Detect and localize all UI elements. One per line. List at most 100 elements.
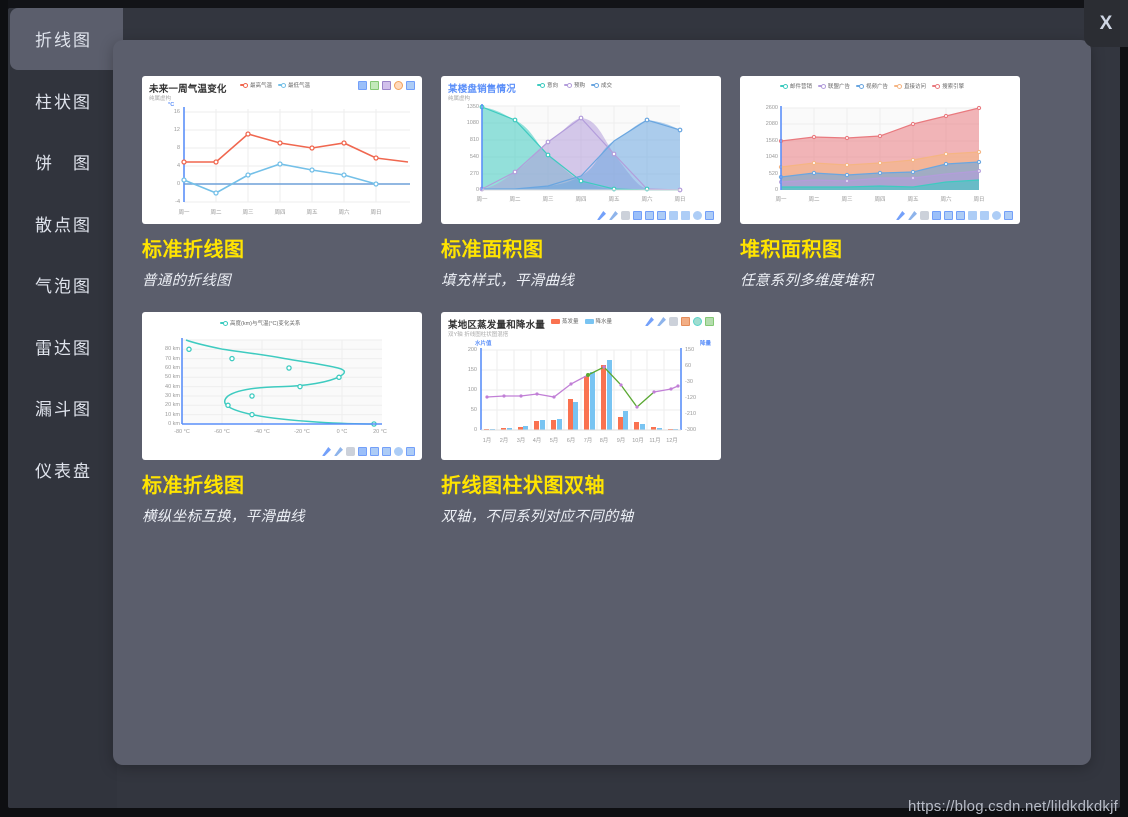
chart-thumbnail-stacked-area[interactable]: 邮件营销 联盟广告 视频广告 直接访问 搜索引擎 2600 2080 1560 … bbox=[740, 76, 1020, 224]
chart-toolbox[interactable] bbox=[896, 211, 1013, 220]
y-tick-right: 60 bbox=[685, 363, 692, 369]
x-tick: 20 °C bbox=[373, 429, 387, 435]
mark-point-icon[interactable] bbox=[908, 211, 917, 220]
sidebar-item-label: 饼 图 bbox=[35, 154, 92, 174]
y-tick-right: -30 bbox=[685, 379, 693, 385]
x-tick: 周日 bbox=[973, 197, 985, 203]
sidebar-item-radar-chart[interactable]: 雷达图 bbox=[10, 316, 117, 378]
chart-card[interactable]: 高度(km)与气温(°C)变化关系 80 km 70 km 60 km 50 k… bbox=[142, 312, 422, 526]
chart-thumbnail-standard-area[interactable]: 某楼盘销售情况 纯属虚构 意向 预购 成交 1350 1080 810 540 … bbox=[441, 76, 721, 224]
stack-icon[interactable] bbox=[669, 211, 678, 220]
data-view-icon[interactable] bbox=[932, 211, 941, 220]
y-tick-left: 50 bbox=[470, 407, 477, 413]
y-tick: 520 bbox=[768, 171, 778, 177]
y-tick: 16 bbox=[173, 109, 180, 115]
x-tick: 2月 bbox=[499, 438, 509, 444]
y-tick: 0 bbox=[774, 187, 778, 193]
x-tick: -80 °C bbox=[174, 429, 190, 435]
mark-line-icon[interactable] bbox=[322, 447, 331, 456]
x-tick: 周日 bbox=[370, 210, 382, 216]
restore-icon[interactable] bbox=[693, 211, 702, 220]
mark-line-icon[interactable] bbox=[597, 211, 606, 220]
y-tick: 0 km bbox=[168, 421, 180, 427]
chart-thumbnail-swapped-axis-line[interactable]: 高度(km)与气温(°C)变化关系 80 km 70 km 60 km 50 k… bbox=[142, 312, 422, 460]
mark-point-icon[interactable] bbox=[334, 447, 343, 456]
sidebar-item-line-chart[interactable]: 折线图 bbox=[10, 8, 123, 70]
x-tick: 周六 bbox=[641, 197, 653, 203]
x-tick: 10月 bbox=[632, 438, 644, 444]
stack-icon[interactable] bbox=[968, 211, 977, 220]
sidebar: 折线图 柱状图 饼 图 散点图 气泡图 雷达图 漏斗图 仪表盘 bbox=[10, 8, 123, 808]
x-tick: -60 °C bbox=[214, 429, 230, 435]
y-tick: 810 bbox=[469, 137, 479, 143]
y-tick: 540 bbox=[469, 154, 479, 160]
mark-line-icon[interactable] bbox=[896, 211, 905, 220]
x-tick: 周三 bbox=[542, 197, 554, 203]
save-image-icon[interactable] bbox=[705, 211, 714, 220]
line-switch-icon[interactable] bbox=[944, 211, 953, 220]
card-title: 堆积面积图 bbox=[740, 239, 843, 261]
tiled-icon[interactable] bbox=[980, 211, 989, 220]
card-description: 普通的折线图 bbox=[142, 273, 231, 289]
x-tick: -40 °C bbox=[254, 429, 270, 435]
y-tick: -4 bbox=[175, 199, 180, 205]
sidebar-item-pie-chart[interactable]: 饼 图 bbox=[10, 131, 117, 193]
bar-switch-icon[interactable] bbox=[657, 211, 666, 220]
line-switch-icon[interactable] bbox=[370, 447, 379, 456]
chart-thumbnail-dual-axis[interactable]: 某地区蒸发量和降水量 双Y轴 折线图柱状图混搭 蒸发量 降水量 水片值 降量 2… bbox=[441, 312, 721, 460]
clear-icon[interactable] bbox=[621, 211, 630, 220]
sidebar-item-scatter-chart[interactable]: 散点图 bbox=[10, 193, 117, 255]
clear-icon[interactable] bbox=[346, 447, 355, 456]
chart-card[interactable]: 邮件营销 联盟广告 视频广告 直接访问 搜索引擎 2600 2080 1560 … bbox=[740, 76, 1020, 290]
chart-card[interactable]: 某楼盘销售情况 纯属虚构 意向 预购 成交 1350 1080 810 540 … bbox=[441, 76, 721, 290]
tiled-icon[interactable] bbox=[681, 211, 690, 220]
y-tick: 1040 bbox=[765, 154, 778, 160]
restore-icon[interactable] bbox=[394, 447, 403, 456]
chart-plot-area bbox=[181, 338, 382, 427]
close-button[interactable]: X bbox=[1084, 0, 1128, 47]
y-tick-right: 150 bbox=[685, 347, 695, 353]
y-tick: 1350 bbox=[466, 104, 479, 110]
save-image-icon[interactable] bbox=[1004, 211, 1013, 220]
x-tick: 周一 bbox=[476, 197, 488, 203]
data-view-icon[interactable] bbox=[358, 447, 367, 456]
y-tick: 80 km bbox=[165, 346, 180, 352]
bar-switch-icon[interactable] bbox=[956, 211, 965, 220]
line-switch-icon[interactable] bbox=[645, 211, 654, 220]
clear-icon[interactable] bbox=[920, 211, 929, 220]
sidebar-item-label: 漏斗图 bbox=[35, 400, 92, 420]
chart-thumbnail-standard-line[interactable]: 未来一周气温变化 纯属虚构 最高气温 最低气温 °C 16 12 8 4 0 -… bbox=[142, 76, 422, 224]
x-tick: 周二 bbox=[210, 210, 222, 216]
bar-switch-icon[interactable] bbox=[382, 447, 391, 456]
y-tick-left: 200 bbox=[467, 347, 477, 353]
data-view-icon[interactable] bbox=[633, 211, 642, 220]
y-tick: 2080 bbox=[765, 121, 778, 127]
chart-toolbox[interactable] bbox=[597, 211, 714, 220]
x-tick: 6月 bbox=[566, 438, 576, 444]
card-description: 填充样式，平滑曲线 bbox=[441, 273, 575, 289]
save-image-icon[interactable] bbox=[406, 447, 415, 456]
sidebar-item-bubble-chart[interactable]: 气泡图 bbox=[10, 254, 117, 316]
chart-card-grid: 未来一周气温变化 纯属虚构 最高气温 最低气温 °C 16 12 8 4 0 -… bbox=[142, 76, 1062, 548]
window-top-strip bbox=[8, 0, 1120, 8]
x-tick: 周一 bbox=[775, 197, 787, 203]
x-tick: 周二 bbox=[509, 197, 521, 203]
sidebar-item-label: 雷达图 bbox=[35, 338, 92, 358]
y-tick: 70 km bbox=[165, 355, 180, 362]
sidebar-item-bar-chart[interactable]: 柱状图 bbox=[10, 70, 117, 132]
x-tick: 周六 bbox=[338, 210, 350, 216]
sidebar-item-funnel-chart[interactable]: 漏斗图 bbox=[10, 377, 117, 439]
mark-point-icon[interactable] bbox=[609, 211, 618, 220]
sidebar-item-label: 散点图 bbox=[35, 215, 92, 235]
chart-toolbox[interactable] bbox=[322, 447, 415, 456]
x-tick: 0 °C bbox=[336, 429, 348, 435]
x-tick: -20 °C bbox=[294, 429, 310, 435]
chart-card[interactable]: 未来一周气温变化 纯属虚构 最高气温 最低气温 °C 16 12 8 4 0 -… bbox=[142, 76, 422, 290]
chart-card[interactable]: 某地区蒸发量和降水量 双Y轴 折线图柱状图混搭 蒸发量 降水量 水片值 降量 2… bbox=[441, 312, 721, 526]
y-tick: 2600 bbox=[765, 105, 778, 111]
restore-icon[interactable] bbox=[992, 211, 1001, 220]
sidebar-item-gauge-chart[interactable]: 仪表盘 bbox=[10, 439, 117, 501]
card-title: 折线图柱状图双轴 bbox=[441, 475, 605, 497]
card-title: 标准面积图 bbox=[441, 239, 544, 261]
x-tick: 周二 bbox=[808, 197, 820, 203]
